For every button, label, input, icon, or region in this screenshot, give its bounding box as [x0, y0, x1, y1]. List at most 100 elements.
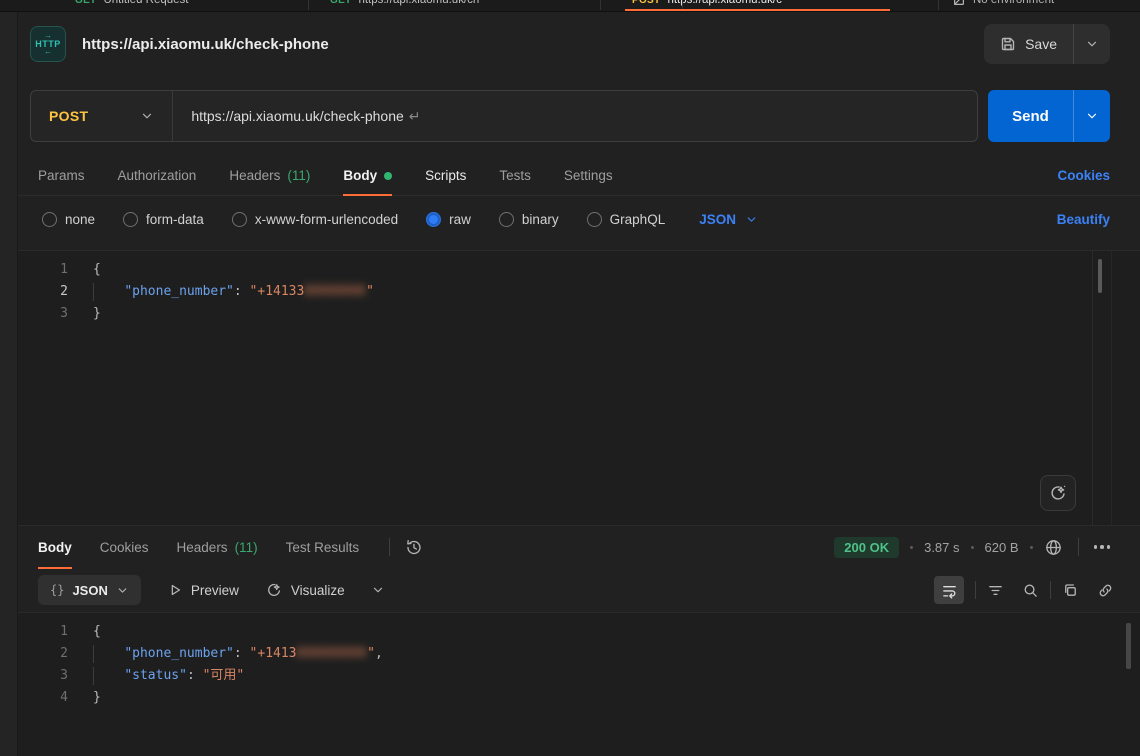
chevron-down-icon: [116, 584, 129, 597]
save-options-button[interactable]: [1074, 24, 1110, 64]
code-token: ": [367, 646, 375, 661]
tab-tests[interactable]: Tests: [499, 156, 531, 195]
visualize-options-button[interactable]: [371, 583, 385, 597]
response-tab-bar: Body Cookies Headers(11) Test Results 20…: [18, 526, 1140, 568]
tab-divider: [600, 0, 601, 10]
request-header: → HTTP ← https://api.xiaomu.uk/check-pho…: [18, 12, 1140, 76]
code-text: }: [93, 690, 101, 705]
preview-label: Preview: [191, 583, 239, 598]
code-token: {: [93, 262, 101, 277]
cookies-link[interactable]: Cookies: [1057, 168, 1110, 183]
response-size[interactable]: 620 B: [985, 540, 1019, 555]
word-wrap-icon: [941, 582, 958, 599]
dot-separator: [971, 546, 974, 549]
workspace-tab-2[interactable]: GEThttps://api.xiaomu.uk/ch: [330, 0, 479, 12]
code-text: {: [93, 624, 101, 639]
radio-graphql[interactable]: GraphQL: [587, 212, 666, 227]
radio-circle: [499, 212, 514, 227]
postbot-button[interactable]: [1040, 475, 1076, 511]
response-history-button[interactable]: [404, 538, 423, 557]
radio-form-data[interactable]: form-data: [123, 212, 204, 227]
tab-body[interactable]: Body: [343, 156, 392, 195]
raw-format-dropdown[interactable]: JSON: [699, 212, 758, 227]
tab-label: Body: [38, 540, 72, 555]
radio-none[interactable]: none: [42, 212, 95, 227]
code-line[interactable]: 1{: [18, 621, 1140, 643]
method-dropdown[interactable]: POST: [31, 91, 172, 141]
save-button[interactable]: Save: [984, 24, 1073, 64]
headers-count: (11): [287, 168, 310, 183]
code-text: "phone_number": "+141300000000",: [93, 646, 383, 661]
word-wrap-button[interactable]: [934, 576, 964, 604]
tab-settings[interactable]: Settings: [564, 156, 613, 195]
format-label: JSON: [72, 583, 107, 598]
code-line[interactable]: 2 "phone_number": "+141300000000",: [18, 643, 1140, 665]
response-tab-headers[interactable]: Headers(11): [177, 526, 258, 568]
radio-label: raw: [449, 212, 471, 227]
search-button[interactable]: [1022, 582, 1039, 599]
return-glyph: ↵: [409, 108, 421, 124]
tab-label: Untitled Request: [103, 0, 188, 6]
line-number: 4: [18, 687, 68, 709]
send-options-button[interactable]: [1074, 90, 1110, 142]
code-line[interactable]: 1{: [18, 259, 1140, 281]
response-body-editor[interactable]: 1{2 "phone_number": "+141300000000",3 "s…: [18, 612, 1140, 756]
radio-x-www-form-urlencoded[interactable]: x-www-form-urlencoded: [232, 212, 398, 227]
tab-label: Test Results: [286, 540, 360, 555]
save-label: Save: [1025, 36, 1057, 52]
code-line[interactable]: 3 "status": "可用": [18, 665, 1140, 687]
radio-circle: [232, 212, 247, 227]
response-tab-body[interactable]: Body: [38, 526, 72, 568]
radio-label: form-data: [146, 212, 204, 227]
send-button[interactable]: Send: [988, 90, 1073, 142]
method-label: POST: [49, 108, 88, 124]
body-content-dot: [384, 172, 392, 180]
code-line[interactable]: 3}: [18, 303, 1140, 325]
visualize-button[interactable]: Visualize: [265, 581, 345, 599]
response-time[interactable]: 3.87 s: [924, 540, 959, 555]
tab-params[interactable]: Params: [38, 156, 85, 195]
workspace-tab-1[interactable]: GETUntitled Request: [75, 0, 189, 12]
line-number: 1: [18, 259, 68, 281]
response-tab-test-results[interactable]: Test Results: [286, 526, 360, 568]
url-input[interactable]: https://api.xiaomu.uk/check-phone↵: [173, 108, 438, 125]
code-token: :: [187, 668, 203, 683]
code-token: "+1413: [250, 646, 297, 661]
status-badge[interactable]: 200 OK: [834, 537, 899, 558]
sparkle-wand-icon: [1048, 483, 1068, 503]
request-body-editor[interactable]: 1{2 "phone_number": "+141330000000"3}: [18, 250, 1140, 526]
tab-headers[interactable]: Headers(11): [229, 156, 310, 195]
network-info-button[interactable]: [1044, 538, 1063, 557]
copy-button[interactable]: [1062, 582, 1079, 599]
radio-label: x-www-form-urlencoded: [255, 212, 398, 227]
tab-scripts[interactable]: Scripts: [425, 156, 466, 195]
braces-glyph: {}: [50, 583, 64, 597]
code-text: "status": "可用": [93, 668, 244, 683]
tab-label: Scripts: [425, 168, 466, 183]
tab-authorization[interactable]: Authorization: [118, 156, 197, 195]
link-button[interactable]: [1097, 582, 1114, 599]
radio-label: none: [65, 212, 95, 227]
filter-icon: [987, 582, 1004, 599]
filter-button[interactable]: [987, 582, 1004, 599]
response-format-dropdown[interactable]: {} JSON: [38, 575, 141, 605]
line-number: 1: [18, 621, 68, 643]
history-clock-icon: [404, 538, 423, 557]
tab-label: Body: [343, 168, 377, 183]
beautify-link[interactable]: Beautify: [1057, 212, 1110, 227]
chevron-down-icon: [1085, 37, 1099, 51]
response-tab-cookies[interactable]: Cookies: [100, 526, 149, 568]
divider: [1078, 538, 1079, 556]
preview-button[interactable]: Preview: [167, 582, 239, 598]
code-token: ": [366, 284, 374, 299]
response-scrollbar[interactable]: [1126, 623, 1131, 669]
divider: [1050, 581, 1051, 599]
editor-scrollbar[interactable]: [1098, 259, 1102, 293]
environment-selector[interactable]: No environment: [952, 0, 1054, 12]
more-options-button[interactable]: [1094, 545, 1111, 549]
code-token: [93, 284, 124, 299]
radio-binary[interactable]: binary: [499, 212, 559, 227]
code-line[interactable]: 2 "phone_number": "+141330000000": [18, 281, 1140, 303]
code-line[interactable]: 4}: [18, 687, 1140, 709]
radio-raw[interactable]: raw: [426, 212, 471, 227]
